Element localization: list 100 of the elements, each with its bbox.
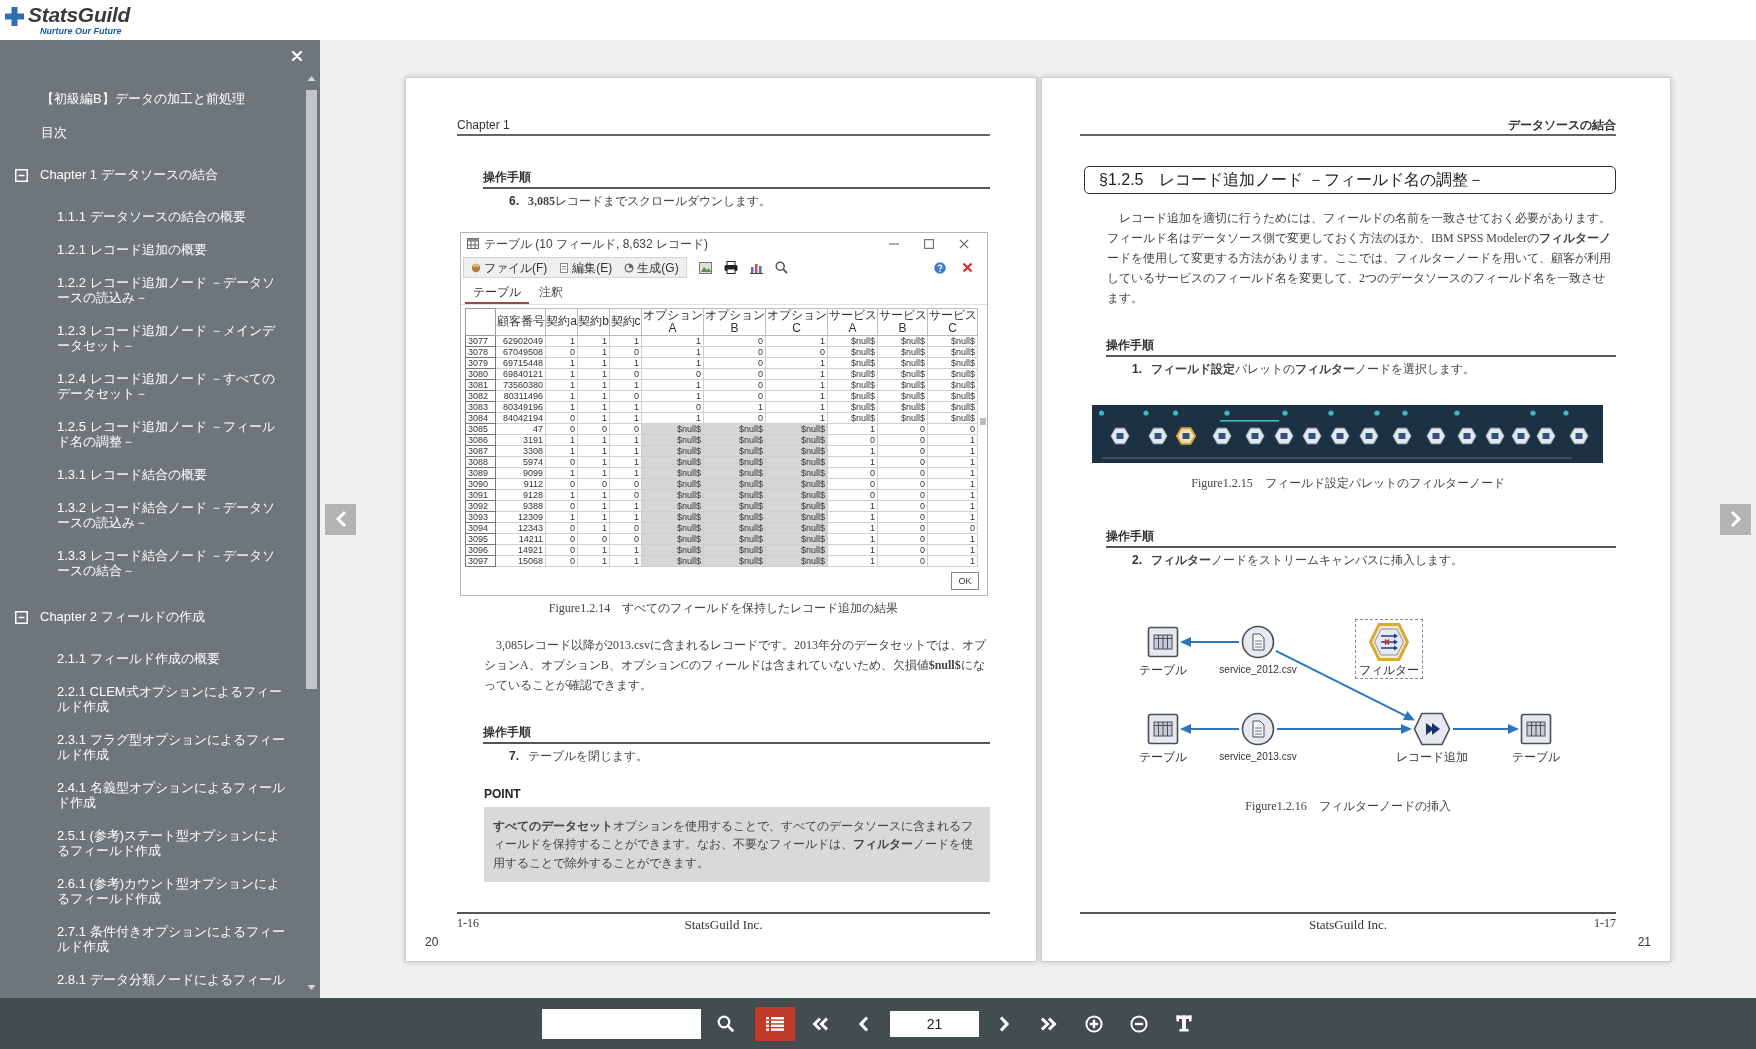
text-size-icon[interactable] [1176, 1015, 1192, 1032]
sidebar-item[interactable]: 1.2.3 レコード追加ノード －メインデータセット－ [0, 314, 303, 362]
sidebar-item[interactable]: 2.7.1 条件付きオプションによるフィールド作成 [0, 915, 303, 963]
table-cell: 1 [927, 467, 978, 478]
table-cell: 0 [545, 346, 578, 357]
help-icon[interactable] [934, 261, 946, 274]
sidebar-item[interactable]: 1.2.1 レコード追加の概要 [0, 233, 303, 266]
row-number: 3085 [465, 423, 496, 434]
section-heading: 操作手順 [483, 166, 990, 189]
sidebar-item[interactable]: 2.8.1 データ分類ノードによるフィール [0, 963, 303, 996]
sidebar-item[interactable]: 【初級編B】データの加工と前処理 [0, 82, 303, 116]
sidebar-item[interactable]: 1.3.1 レコード結合の概要 [0, 458, 303, 491]
table-cell: 1 [577, 368, 610, 379]
table-cell: 1 [641, 390, 704, 401]
table-cell: $null$ [703, 522, 766, 533]
row-number: 3097 [465, 555, 496, 566]
search-icon[interactable] [717, 1015, 734, 1032]
logo-tagline: Nurture Our Future [39, 26, 123, 36]
file-node-icon[interactable] [1241, 624, 1275, 659]
sidebar-item[interactable]: 2.2.1 CLEM式オプションによるフィールド作成 [0, 675, 303, 723]
table-cell: 14921 [495, 544, 546, 555]
table-cell: 1 [577, 379, 610, 390]
table-cell: $null$ [703, 434, 766, 445]
table-cell: 0 [703, 346, 766, 357]
minus-box-icon[interactable] [15, 168, 28, 182]
append-node-icon[interactable] [1413, 711, 1451, 746]
sidebar-item[interactable]: 1.3.3 レコード結合ノード －データソースの結合－ [0, 539, 303, 587]
minus-box-icon[interactable] [15, 610, 28, 624]
table-cell: 1 [545, 357, 578, 368]
close-icon[interactable] [959, 238, 969, 249]
table-cell: $null$ [641, 555, 704, 566]
picture-icon[interactable] [698, 261, 712, 274]
section-heading: 操作手順 [483, 721, 990, 744]
column-header: オプションA [641, 308, 704, 335]
close-icon[interactable] [962, 262, 973, 273]
table-cell: $null$ [765, 467, 828, 478]
zoom-in-icon[interactable] [1085, 1014, 1103, 1033]
plus-logo-icon [5, 7, 24, 26]
search-icon[interactable] [774, 261, 788, 274]
row-number: 3094 [465, 522, 496, 533]
table-node-icon[interactable] [1520, 712, 1552, 745]
sidebar-item[interactable]: 1.2.4 レコード追加ノード －すべてのデータセット－ [0, 362, 303, 410]
file-node-icon[interactable] [1241, 711, 1275, 746]
search-field[interactable] [542, 1008, 701, 1039]
chevron-left-icon[interactable] [858, 1015, 869, 1032]
sidebar-item[interactable]: 2.3.1 フラグ型オプションによるフィールド作成 [0, 723, 303, 771]
chevron-right-icon[interactable] [999, 1015, 1010, 1032]
page-number-field[interactable]: 21 [890, 1010, 979, 1037]
table-cell: 0 [641, 368, 704, 379]
table-cell: $null$ [765, 500, 828, 511]
table-cell: 1 [703, 401, 766, 412]
column-header: サービスA [827, 308, 878, 335]
row-number: 3082 [465, 390, 496, 401]
table-cell: 80349196 [495, 401, 546, 412]
table-cell: 0 [545, 423, 578, 434]
sidebar-item[interactable]: 1.3.2 レコード結合ノード －データソースの読込み－ [0, 491, 303, 539]
first-page-icon[interactable] [812, 1016, 829, 1031]
table-cell: 1 [609, 456, 642, 467]
tab[interactable]: テーブル [465, 284, 529, 304]
chart-icon[interactable] [749, 261, 763, 274]
table-cell: 0 [545, 500, 578, 511]
scrollbar-thumb[interactable] [306, 90, 317, 689]
tab[interactable]: 注釈 [531, 284, 571, 304]
zoom-out-icon[interactable] [1130, 1014, 1148, 1033]
table-cell: 0 [545, 456, 578, 467]
scrollbar-thumb[interactable] [979, 417, 986, 425]
table-cell: 0 [877, 500, 928, 511]
sidebar-item[interactable]: 1.2.2 レコード追加ノード －データソースの読込み－ [0, 266, 303, 314]
table-cell: 1 [609, 500, 642, 511]
last-page-icon[interactable] [1040, 1016, 1057, 1031]
table-cell: 1 [765, 379, 828, 390]
table-cell: 0 [877, 533, 928, 544]
sidebar-item[interactable]: 目次 [0, 116, 303, 150]
chevron-left-icon [334, 510, 347, 528]
sidebar-item[interactable]: 1.1.1 データソースの結合の概要 [0, 200, 303, 233]
maximize-icon[interactable] [924, 238, 934, 249]
sidebar-item[interactable]: 2.1.1 フィールド作成の概要 [0, 642, 303, 675]
row-number: 3086 [465, 434, 496, 445]
ok-button[interactable]: OK [951, 571, 979, 590]
sidebar-item[interactable]: 2.6.1 (参考)カウント型オプションによるフィールド作成 [0, 867, 303, 915]
page-folio: 1-16 [457, 914, 479, 931]
table-node-icon[interactable] [1147, 625, 1179, 658]
menu-item[interactable]: ファイル(F) [471, 260, 548, 275]
table-cell: 0 [877, 467, 928, 478]
menu-item[interactable]: 生成(G) [624, 260, 679, 275]
sidebar-item[interactable]: Chapter 2 フィールドの作成 [40, 609, 205, 625]
sidebar-item[interactable]: 2.4.1 名義型オプションによるフィールド作成 [0, 771, 303, 819]
table-cell: 0 [577, 423, 610, 434]
sidebar-item[interactable]: 2.5.1 (参考)ステート型オプションによるフィールド作成 [0, 819, 303, 867]
sidebar-item[interactable]: 1.2.5 レコード追加ノード －フィールド名の調整－ [0, 410, 303, 458]
filter-node-icon[interactable] [1369, 621, 1409, 662]
table-node-icon[interactable] [1147, 712, 1179, 745]
running-header: Chapter 1 [457, 116, 510, 134]
node-label: レコード追加 [1396, 749, 1468, 764]
table-cell: 1 [577, 489, 610, 500]
contents-button[interactable] [755, 1006, 795, 1041]
menu-item[interactable]: 編集(E) [559, 260, 613, 275]
table-cell: $null$ [703, 478, 766, 489]
printer-icon[interactable] [723, 261, 738, 274]
sidebar-item[interactable]: Chapter 1 データソースの結合 [40, 167, 218, 183]
